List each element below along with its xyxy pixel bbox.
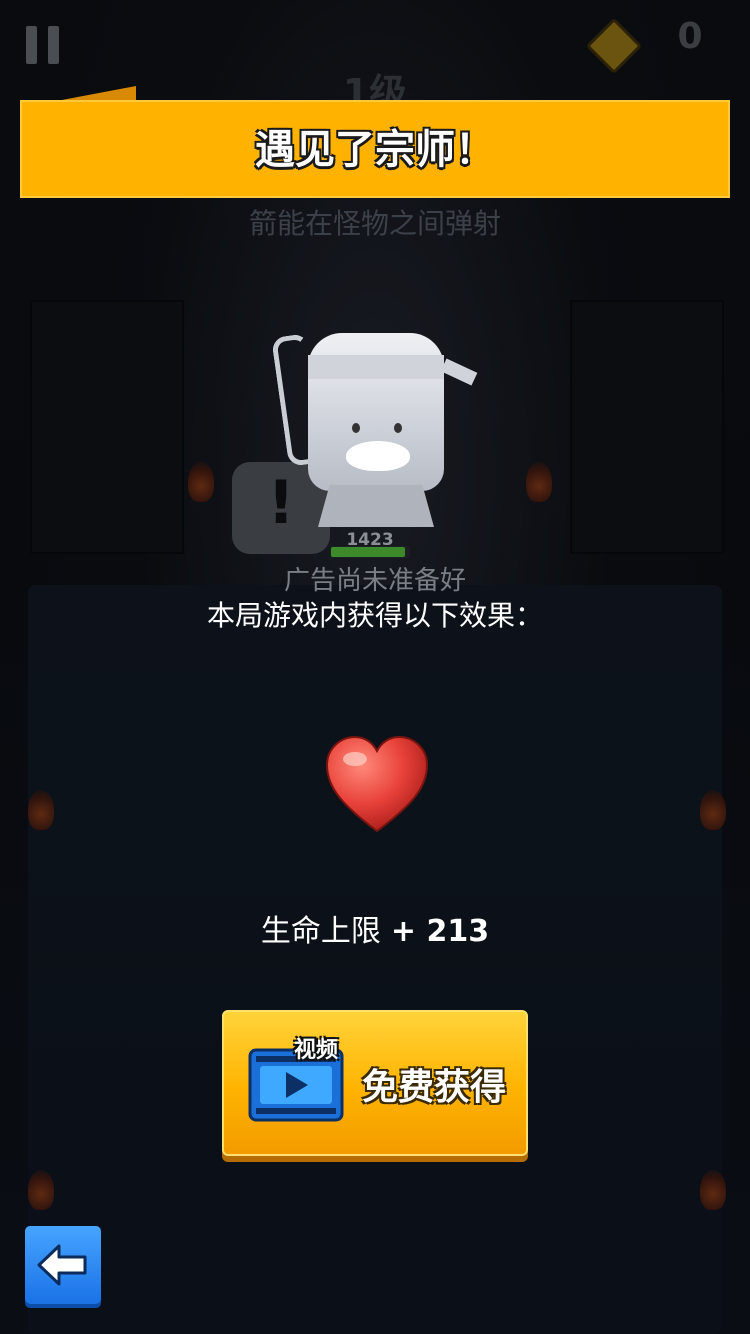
back-arrow-icon bbox=[37, 1244, 87, 1286]
reward-value: + 213 bbox=[390, 914, 490, 949]
event-banner: 遇见了宗师！ bbox=[20, 100, 730, 198]
effect-intro: 本局游戏内获得以下效果： bbox=[206, 599, 543, 632]
video-tag: 视频 bbox=[294, 1038, 339, 1063]
ad-status: 广告尚未准备好 bbox=[283, 566, 466, 596]
heart-icon bbox=[325, 735, 429, 833]
pause-button[interactable] bbox=[26, 26, 62, 64]
banner-title: 遇见了宗师！ bbox=[255, 127, 495, 173]
coin-count: 0 bbox=[677, 16, 703, 57]
reward-label: 生命上限 bbox=[260, 914, 381, 949]
master-body bbox=[318, 485, 434, 527]
free-get-button[interactable]: 视频 免费获得 bbox=[222, 1010, 528, 1156]
skill-hint: 箭能在怪物之间弹射 bbox=[248, 207, 501, 240]
master-eye bbox=[352, 423, 360, 433]
master-character bbox=[270, 325, 480, 545]
back-button[interactable] bbox=[25, 1226, 101, 1304]
hp-bar bbox=[330, 546, 410, 558]
reward-line: 生命上限 + 213 bbox=[0, 906, 750, 950]
pause-icon bbox=[26, 26, 37, 64]
master-beard bbox=[346, 441, 410, 471]
headband bbox=[308, 355, 444, 379]
free-get-label: 免费获得 bbox=[362, 1067, 507, 1108]
master-eye bbox=[394, 423, 402, 433]
hp-bar-fill bbox=[331, 547, 406, 557]
